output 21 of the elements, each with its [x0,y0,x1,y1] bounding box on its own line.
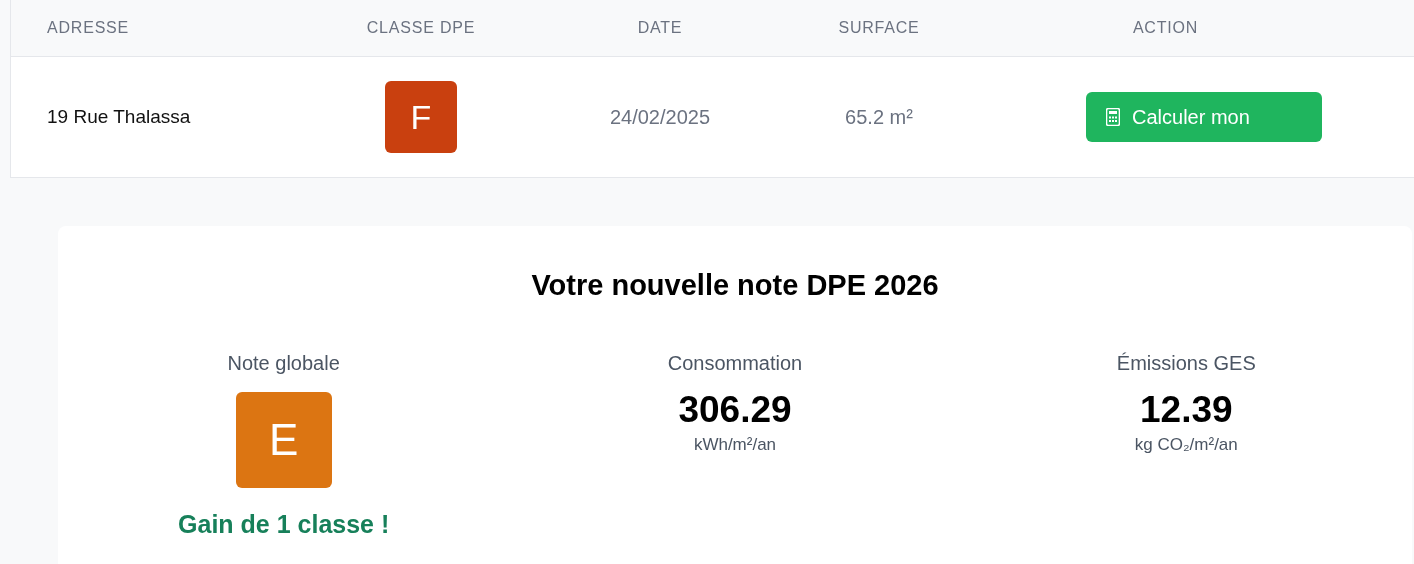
column-header: ADRESSE [47,19,130,36]
gain-text: Gain de 1 classe ! [178,508,390,540]
column-header: SURFACE [838,19,920,36]
column-header: ACTION [1132,19,1199,36]
dpe-badge: F [385,81,457,153]
column-header: CLASSE DPE [366,19,476,36]
metric-value: 306.29 [678,387,792,432]
surface-text: 65.2 m² [845,106,913,128]
metric-label: Émissions GES [1116,350,1256,376]
metric-unit: kWh/m²/an [693,433,777,456]
metric-value: 12.39 [1140,387,1233,432]
metric-unit: kg CO₂/m²/an [1134,433,1238,456]
result-title: Votre nouvelle note DPE 2026 [530,268,940,303]
grade-badge: E [235,391,332,488]
calculator-icon [1106,108,1120,126]
address-text: 19 Rue Thalassa [47,105,191,127]
metric-label: Consommation [667,350,803,376]
calculate-button[interactable]: Calculer mon [1086,92,1322,142]
column-header: DATE [637,19,683,36]
date-text: 24/02/2025 [609,106,711,128]
metric-label: Note globale [227,350,340,376]
